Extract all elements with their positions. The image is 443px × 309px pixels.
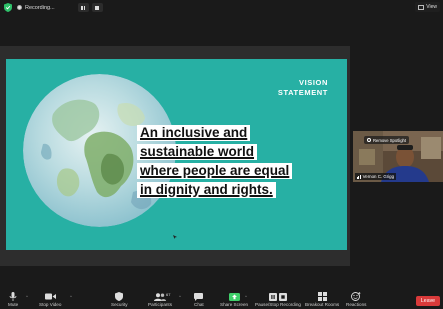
chevron-up-icon[interactable]: ^ [70, 294, 72, 299]
mute-button[interactable]: Mute [8, 291, 18, 309]
recording-indicator: Recording... [17, 2, 103, 13]
participant-name: Vernon C. Grigg [362, 174, 395, 179]
view-label: View [426, 4, 437, 10]
video-camera-icon [44, 291, 56, 302]
zoom-meeting-window: Recording... View VISION STATEMENT An in… [0, 0, 443, 309]
pause-recording-button[interactable] [77, 3, 89, 12]
participants-icon [154, 291, 166, 302]
spotlight-icon [367, 138, 371, 142]
chat-label: Chat [194, 302, 204, 307]
vision-statement-text: An inclusive and sustainable world where… [137, 124, 327, 200]
reactions-label: Reactions [346, 302, 367, 307]
leave-button[interactable]: Leave [416, 296, 440, 306]
share-screen-button[interactable]: Share Screen [220, 291, 248, 309]
remove-spotlight-button[interactable]: Remove Spotlight [364, 136, 410, 144]
share-screen-icon [228, 291, 240, 302]
meeting-toolbar: Mute ^ Stop Video ^ Security Participant… [0, 291, 443, 309]
reactions-button[interactable]: Reactions [346, 291, 366, 309]
recording-dot-icon [17, 5, 22, 10]
pause-stop-recording-button[interactable]: Pause/Stop Recording [255, 291, 301, 309]
heading-line-1: VISION [298, 78, 328, 87]
pause-icon [81, 5, 85, 10]
participants-count: 67 [166, 292, 171, 297]
security-label: Security [111, 302, 128, 307]
chevron-up-icon[interactable]: ^ [26, 294, 28, 299]
chat-bubble-icon [194, 291, 204, 302]
stop-icon [95, 5, 100, 10]
remove-spotlight-label: Remove Spotlight [373, 137, 407, 143]
vision-statement-heading: VISION STATEMENT [278, 78, 328, 98]
audio-level-icon [357, 174, 361, 179]
statement-line: in dignity and rights. [137, 182, 276, 198]
grid-icon [418, 4, 425, 10]
top-bar: Recording... View [0, 0, 443, 14]
security-button[interactable]: Security [111, 291, 128, 309]
heading-line-2: STATEMENT [277, 88, 328, 97]
participant-name-tag: Vernon C. Grigg [355, 173, 397, 180]
stop-recording-button[interactable] [91, 3, 103, 12]
breakout-rooms-button[interactable]: Breakout Rooms [305, 291, 339, 309]
chat-button[interactable]: Chat [194, 291, 204, 309]
statement-line: An inclusive and [137, 125, 251, 141]
security-shield-icon[interactable] [4, 3, 12, 12]
microphone-icon [9, 291, 17, 302]
presentation-slide: VISION STATEMENT An inclusive and sustai… [6, 59, 347, 250]
shield-icon [115, 291, 124, 302]
stop-video-button[interactable]: Stop Video [39, 291, 61, 309]
statement-line: where people are equal [137, 163, 293, 179]
mute-label: Mute [8, 302, 19, 307]
shared-screen: VISION STATEMENT An inclusive and sustai… [0, 46, 350, 266]
smiley-plus-icon [351, 291, 361, 302]
breakout-rooms-icon [317, 291, 327, 302]
pause-stop-recording-icon [268, 291, 287, 302]
view-button[interactable]: View [415, 2, 440, 12]
stop-video-label: Stop Video [39, 302, 62, 307]
mouse-pointer-icon [173, 235, 177, 239]
pause-stop-recording-label: Pause/Stop Recording [255, 302, 301, 307]
statement-line: sustainable world [137, 144, 258, 160]
participants-label: Participants [148, 302, 173, 307]
share-screen-label: Share Screen [220, 302, 249, 307]
recording-label: Recording... [25, 4, 55, 11]
breakout-rooms-label: Breakout Rooms [305, 302, 340, 307]
chevron-up-icon[interactable]: ^ [245, 294, 247, 299]
chevron-up-icon[interactable]: ^ [179, 294, 181, 299]
participant-video-thumbnail[interactable]: Remove Spotlight Vernon C. Grigg [353, 131, 443, 182]
